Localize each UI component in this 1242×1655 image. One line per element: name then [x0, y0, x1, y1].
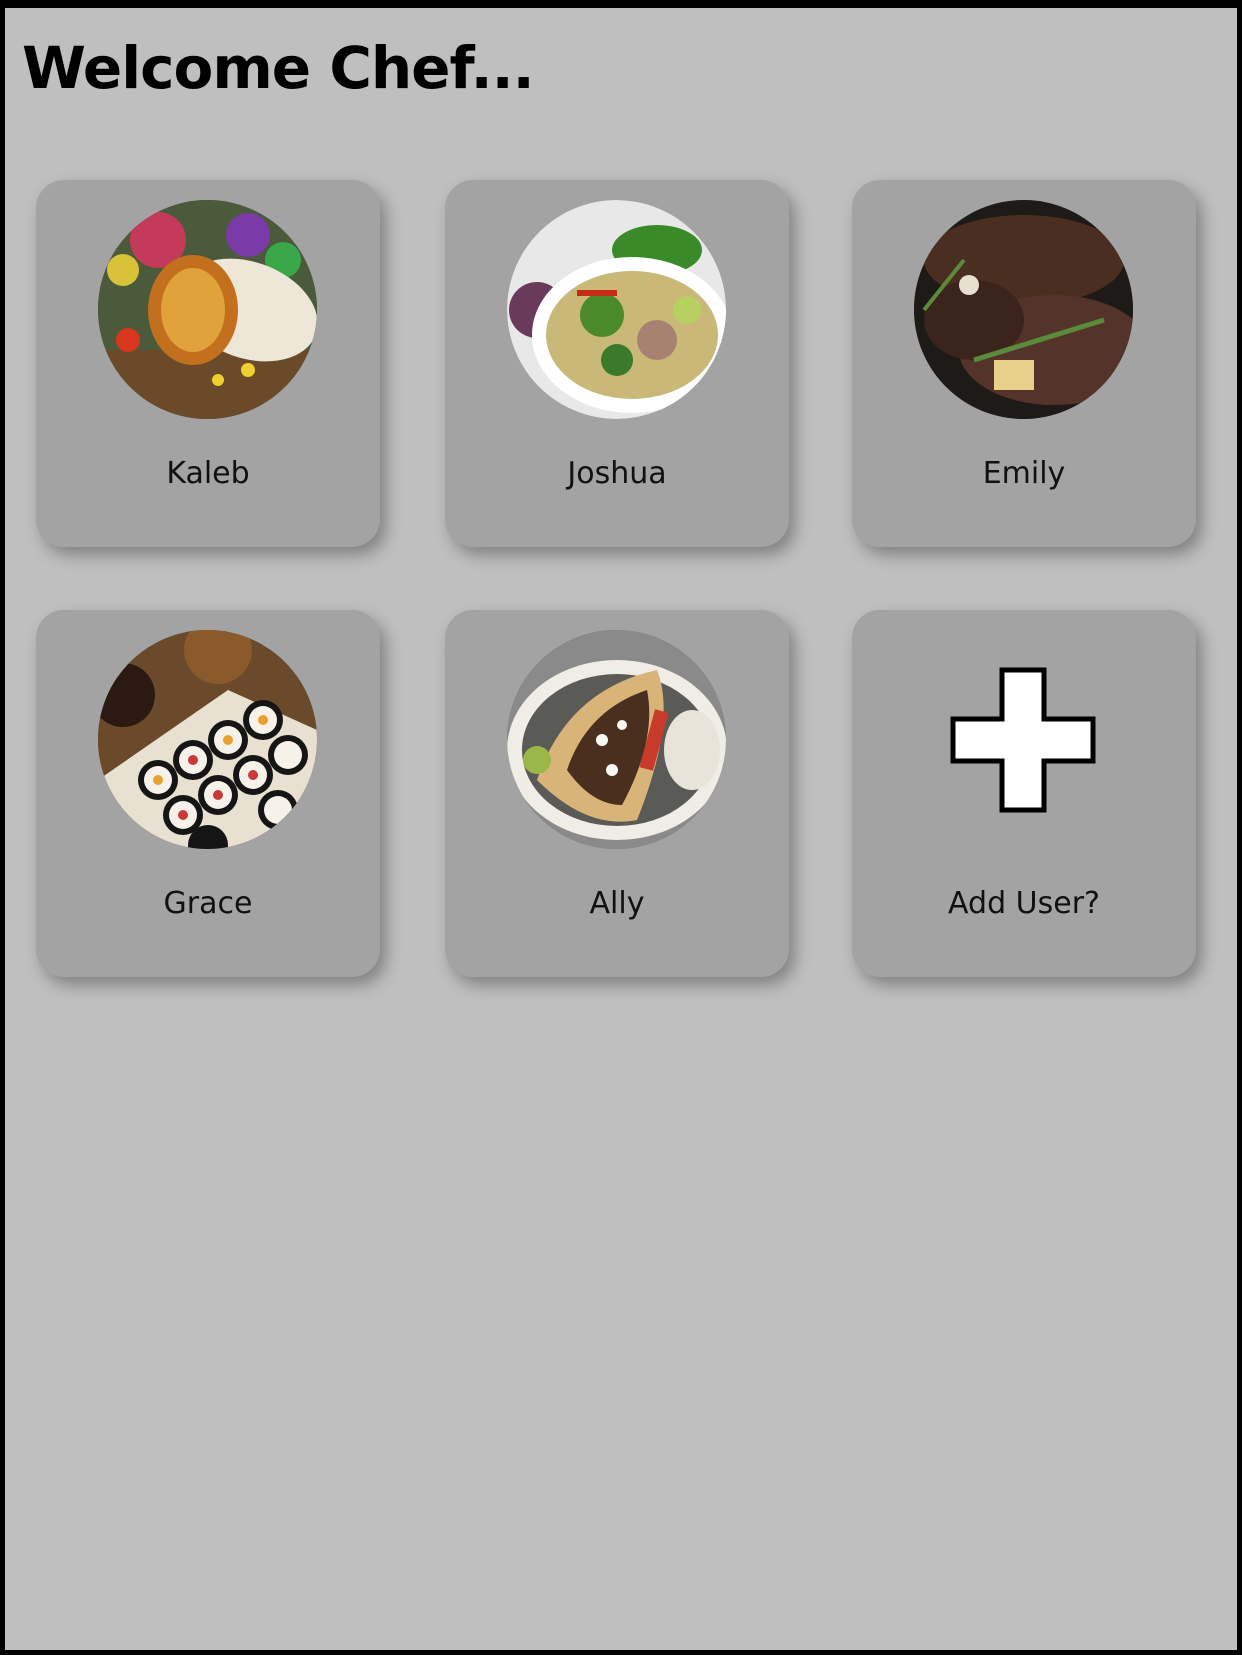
page-title: Welcome Chef... [22, 34, 535, 102]
profile-name: Kaleb [166, 456, 250, 491]
profile-name: Joshua [567, 456, 667, 491]
sushi-photo [98, 630, 317, 849]
profile-card-kaleb[interactable]: Kaleb [36, 180, 380, 547]
gyro-photo [507, 630, 726, 849]
profile-card-ally[interactable]: Ally [445, 610, 789, 977]
profile-name: Grace [163, 886, 253, 921]
plus-icon [950, 667, 1096, 813]
profile-selection-screen: Welcome Chef... Kaleb Joshua Emily Grace… [5, 8, 1237, 1650]
pho-soup-photo [507, 200, 726, 419]
profile-name: Emily [982, 456, 1066, 491]
profile-name: Ally [589, 886, 645, 921]
profile-card-grace[interactable]: Grace [36, 610, 380, 977]
add-user-button[interactable]: Add User? [852, 610, 1196, 977]
profile-card-emily[interactable]: Emily [852, 180, 1196, 547]
burrito-photo [98, 200, 317, 419]
steak-photo [914, 200, 1133, 419]
profile-card-joshua[interactable]: Joshua [445, 180, 789, 547]
add-user-label: Add User? [948, 886, 1100, 921]
